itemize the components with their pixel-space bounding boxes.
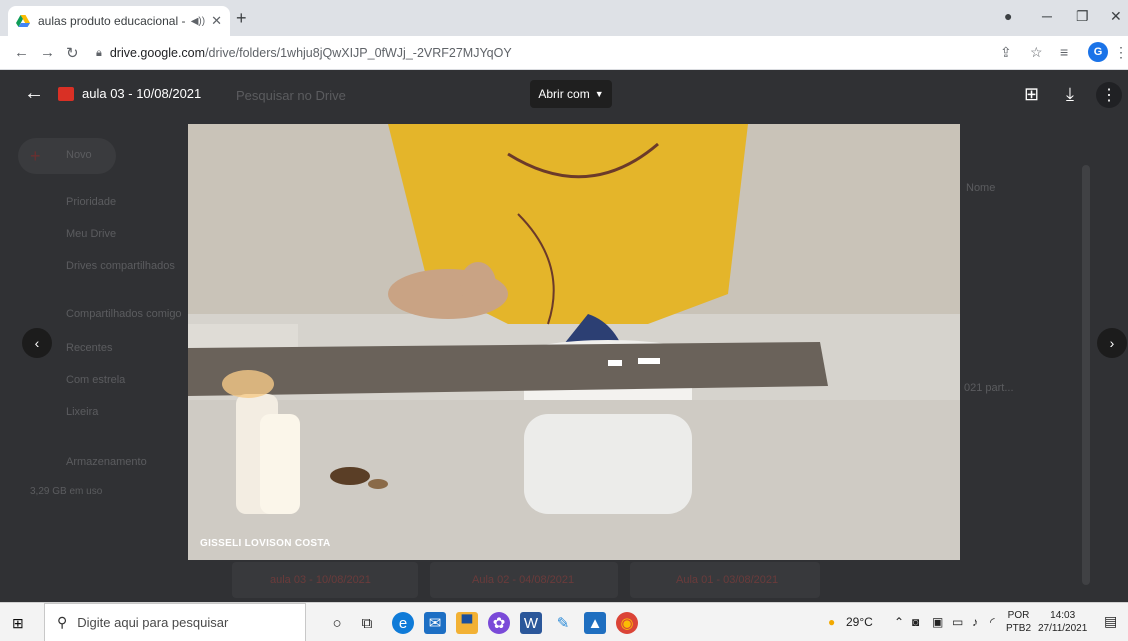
keyboard-layout: PTB2 <box>1006 623 1032 634</box>
reload-icon[interactable]: ↻ <box>66 44 79 62</box>
open-with-label: Abrir com <box>538 87 590 101</box>
clock-date: 27/11/2021 <box>1038 623 1088 634</box>
battery-icon[interactable]: ▭ <box>952 615 963 629</box>
edge-icon[interactable]: e <box>392 612 414 634</box>
sidebar-item-starred: Com estrela <box>66 374 126 386</box>
caret-down-icon: ▼ <box>594 89 604 99</box>
cortana-icon[interactable]: ○ <box>326 612 348 634</box>
windows-start-icon[interactable]: ⊞ <box>12 615 24 632</box>
share-icon[interactable]: ⇪ <box>1000 44 1012 61</box>
record-icon[interactable]: ● <box>1004 8 1012 24</box>
download-icon[interactable]: ⤓ <box>1066 84 1074 105</box>
previous-file-icon[interactable]: ‹ <box>22 328 52 358</box>
notifications-icon[interactable]: ▤ <box>1104 613 1117 630</box>
task-view-icon[interactable]: ⧉ <box>356 612 378 634</box>
add-to-drive-icon[interactable]: ⊞ <box>1024 84 1039 105</box>
tab-close-button[interactable]: ✕ <box>211 13 222 29</box>
open-with-button[interactable]: Abrir com ▼ <box>530 80 612 108</box>
url-bar[interactable]: 🔒︎ drive.google.com /drive/folders/1whju… <box>96 41 966 65</box>
storage-used-text: 3,29 GB em uso <box>30 486 103 497</box>
tab-title: aulas produto educacional - <box>38 14 185 28</box>
sidebar-item-shared-with-me: Compartilhados comigo <box>66 308 182 320</box>
app-icon[interactable]: ✿ <box>488 612 510 634</box>
address-toolbar: ← → ↻ 🔒︎ drive.google.com /drive/folders… <box>0 36 1128 70</box>
drive-scrollbar <box>1082 165 1090 585</box>
viewer-title: aula 03 - 10/08/2021 <box>82 86 202 101</box>
url-path: /drive/folders/1whju8jQwXIJP_0fWJj_-2VRF… <box>205 46 512 60</box>
next-file-icon[interactable]: › <box>1097 328 1127 358</box>
browser-tab[interactable]: aulas produto educacional - ◀)) ✕ <box>8 6 230 36</box>
file-card: aula 03 - 10/08/2021 <box>232 562 418 598</box>
sidebar-item-trash: Lixeira <box>66 406 99 418</box>
tray-app-icon[interactable]: ◙ <box>912 615 919 629</box>
speaker-icon[interactable]: ◀)) <box>191 16 205 27</box>
word-icon[interactable]: W <box>520 612 542 634</box>
language-indicator[interactable]: POR PTB2 <box>1006 609 1031 635</box>
file-name: Aula 02 - 04/08/2021 <box>472 574 575 586</box>
minimize-button[interactable]: ─ <box>1042 8 1052 24</box>
sidebar-item-storage: Armazenamento <box>66 456 147 468</box>
file-card: Aula 01 - 03/08/2021 <box>630 562 820 598</box>
mail-icon[interactable]: ✉ <box>424 612 446 634</box>
google-drive-icon <box>16 15 30 27</box>
file-name: aula 03 - 10/08/2021 <box>270 574 371 586</box>
new-button-label: Novo <box>66 149 92 161</box>
forward-icon[interactable]: → <box>40 44 55 61</box>
sort-label: Nome <box>966 182 996 194</box>
taskbar-search-placeholder: Digite aqui para pesquisar <box>77 615 229 630</box>
system-clock[interactable]: 14:03 27/11/2021 <box>1038 609 1087 635</box>
viewer-back-icon[interactable]: ← <box>24 82 44 105</box>
video-file-icon <box>58 87 74 101</box>
network-icon[interactable]: ◜ <box>990 615 995 629</box>
search-icon: ⚲ <box>57 614 68 630</box>
weather-temperature[interactable]: 29°C <box>846 615 873 629</box>
video-caption: GISSELI LOVISON COSTA <box>200 538 331 549</box>
lock-icon[interactable]: 🔒︎ <box>96 47 102 60</box>
language-code: POR <box>1007 610 1030 621</box>
browser-menu-icon[interactable]: ⋮ <box>1114 44 1128 61</box>
viewer-header: ← aula 03 - 10/08/2021 Abrir com ▼ ⊞ ⤓ ⋮ <box>0 70 1128 120</box>
file-explorer-icon[interactable]: ▀ <box>456 612 478 634</box>
profile-avatar[interactable]: G <box>1088 42 1108 62</box>
video-player[interactable]: GISSELI LOVISON COSTA <box>188 124 960 560</box>
sidebar-item-recent: Recentes <box>66 342 113 354</box>
sidebar-item-priority: Prioridade <box>66 196 117 208</box>
sidebar-item-shared-drives: Drives compartilhados <box>66 260 175 272</box>
windows-taskbar: ⊞ ⚲ Digite aqui para pesquisar ○ ⧉ e ✉ ▀… <box>0 602 1128 641</box>
tray-overflow-icon[interactable]: ⌃ <box>894 615 904 629</box>
new-tab-button[interactable]: + <box>236 8 247 29</box>
chrome-icon[interactable]: ◉ <box>616 612 638 634</box>
file-card: Aula 02 - 04/08/2021 <box>430 562 618 598</box>
window-close-button[interactable]: ✕ <box>1110 8 1122 25</box>
reading-list-icon[interactable]: ≡ <box>1060 44 1068 60</box>
back-icon[interactable]: ← <box>14 44 29 61</box>
new-button: + Novo <box>18 138 116 174</box>
partial-file-name: 021 part... <box>964 382 1014 394</box>
tray-meet-icon[interactable]: ▣ <box>932 615 943 629</box>
photos-icon[interactable]: ▲ <box>584 612 606 634</box>
volume-icon[interactable]: ♪ <box>972 615 978 629</box>
bookmark-star-icon[interactable]: ☆ <box>1030 44 1043 61</box>
file-name: Aula 01 - 03/08/2021 <box>676 574 779 586</box>
video-frame-image <box>188 124 960 560</box>
restore-button[interactable]: ❐ <box>1076 8 1089 25</box>
tab-strip: aulas produto educacional - ◀)) ✕ + ● ─ … <box>0 0 1128 36</box>
url-host: drive.google.com <box>109 46 206 60</box>
taskbar-search[interactable]: ⚲ Digite aqui para pesquisar <box>44 603 306 641</box>
clock-time: 14:03 <box>1050 610 1076 621</box>
sidebar-item-my-drive: Meu Drive <box>66 228 117 240</box>
more-options-icon[interactable]: ⋮ <box>1096 82 1122 108</box>
weather-icon[interactable]: ● <box>828 615 835 629</box>
paint-icon[interactable]: ✎ <box>552 612 574 634</box>
